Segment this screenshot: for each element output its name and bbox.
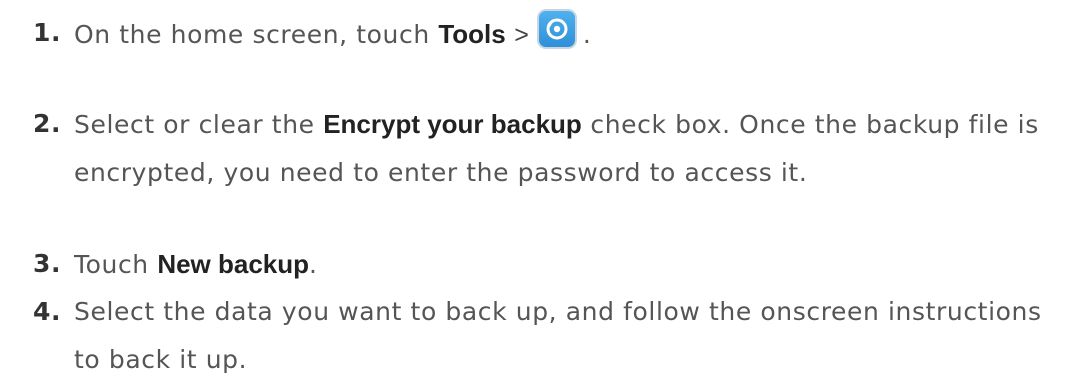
step-text-suffix: . <box>309 250 318 279</box>
step-text: On the home screen, touch Tools > . <box>74 9 591 59</box>
step-text-suffix: . <box>582 20 592 49</box>
step-text: Select the data you want to back up, and… <box>74 297 1042 374</box>
step-number: 2. <box>33 109 62 138</box>
step-text-prefix: Touch <box>74 250 158 279</box>
encrypt-backup-label: Encrypt your backup <box>323 109 582 139</box>
backup-app-icon <box>536 9 577 49</box>
step-number: 3. <box>33 249 62 278</box>
step-2: 2. Select or clear the Encrypt your back… <box>33 100 1083 197</box>
new-backup-label: New backup <box>157 249 310 279</box>
step-4: 4. Select the data you want to back up, … <box>33 288 1083 384</box>
step-3: 3. Touch New backup. <box>33 240 318 289</box>
tools-label: Tools <box>438 19 506 49</box>
step-text: Select or clear the Encrypt your backup … <box>74 100 1074 197</box>
step-number: 4. <box>33 297 62 326</box>
step-text: Touch New backup. <box>74 240 318 289</box>
step-text-prefix: Select or clear the <box>74 110 324 139</box>
menu-separator: > <box>514 21 529 49</box>
step-1: 1. On the home screen, touch Tools > . <box>33 9 591 59</box>
step-text-prefix: On the home screen, touch <box>74 20 439 49</box>
step-number: 1. <box>33 18 62 47</box>
